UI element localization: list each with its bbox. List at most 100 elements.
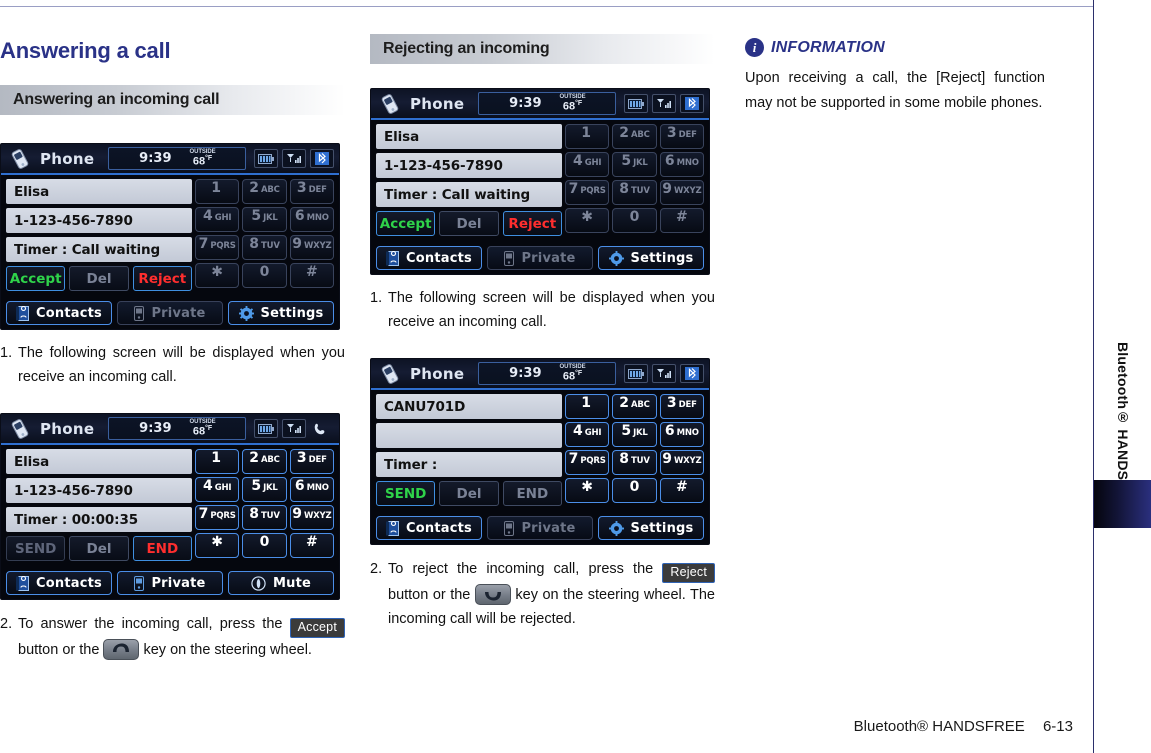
key-star[interactable]: ✱ [565,478,610,503]
key-5[interactable]: 5 JKL [242,477,287,502]
key-9[interactable]: 9 WXYZ [659,450,704,475]
key-4[interactable]: 4 GHI [195,477,240,502]
key-hash[interactable]: # [659,208,704,233]
key-7[interactable]: 7 PQRS [565,450,610,475]
reject-button[interactable]: Reject [132,266,192,291]
key-star[interactable]: ✱ [195,533,240,558]
screen-app-name: Phone [410,364,465,383]
key-3[interactable]: 3 DEF [289,449,334,474]
key-5[interactable]: 5 JKL [242,207,287,232]
step-text-part: To answer the incoming call, press the [18,616,290,632]
key-4[interactable]: 4 GHI [565,152,610,177]
settings-button[interactable]: Settings [598,246,704,270]
contacts-button[interactable]: Contacts [6,571,112,595]
mute-button[interactable]: Mute [228,571,334,595]
key-7[interactable]: 7 PQRS [565,180,610,205]
del-button[interactable]: Del [69,536,129,561]
step-number: 2. [0,616,13,632]
key-5[interactable]: 5 JKL [612,422,657,447]
section-header-label: Rejecting an incoming [383,40,550,57]
send-button[interactable]: SEND [6,536,66,561]
accept-button[interactable]: Accept [376,211,436,236]
key-8[interactable]: 8 TUV [612,180,657,205]
key-9[interactable]: 9 WXYZ [289,235,334,260]
key-7[interactable]: 7 PQRS [195,505,240,530]
key-6[interactable]: 6 MNO [659,422,704,447]
key-0[interactable]: 0 [242,263,287,288]
screen-body: Elisa 1-123-456-7890 Timer : 00:00:35 SE… [1,445,339,599]
settings-button[interactable]: Settings [228,301,334,325]
key-4[interactable]: 4 GHI [195,207,240,232]
key-hash[interactable]: # [289,533,334,558]
keypad: 1 2 ABC 3 DEF 4 GHI 5 JKL 6 MNO 7 PQRS 8 TUV 9W… [565,124,704,233]
key-2[interactable]: 2 ABC [612,394,657,419]
key-1[interactable]: 1 [195,179,240,204]
key-9[interactable]: 9 WXYZ [659,180,704,205]
step-text: To reject the incoming call, press the R… [388,557,715,631]
reject-button[interactable]: Reject [502,211,562,236]
del-button[interactable]: Del [439,481,499,506]
key-6[interactable]: 6 MNO [289,207,334,232]
bluetooth-icon [680,364,705,383]
key-6[interactable]: 6 MNO [289,477,334,502]
key-6[interactable]: 6 MNO [659,152,704,177]
key-3[interactable]: 3 DEF [659,124,704,149]
key-1[interactable]: 1 [565,124,610,149]
key-1[interactable]: 1 [565,394,610,419]
key-2[interactable]: 2 ABC [242,449,287,474]
key-8[interactable]: 8 TUV [242,235,287,260]
key-hash[interactable]: # [289,263,334,288]
screen-outside-temp: OUTSIDE 68°F [190,419,216,438]
end-button[interactable]: END [502,481,562,506]
accept-button[interactable]: Accept [6,266,66,291]
page-footer: Bluetooth® HANDSFREE 6-13 [854,718,1093,735]
key-1[interactable]: 1 [195,449,240,474]
phone-screen-incoming-call-2[interactable]: Phone 9:39 OUTSIDE 68°F Elisa 1-123-456-… [370,88,710,275]
screen-left-pane: Elisa 1-123-456-7890 Timer : Call waitin… [6,179,192,291]
key-3[interactable]: 3 DEF [289,179,334,204]
phone-screen-incoming-call[interactable]: Phone 9:39 OUTSIDE 68°F Elisa 1-123-456-… [0,143,340,330]
temp-unit: °F [205,425,213,433]
key-5[interactable]: 5 JKL [612,152,657,177]
reject-inline-badge[interactable]: Reject [662,563,715,583]
accept-inline-badge[interactable]: Accept [289,618,345,638]
contacts-button[interactable]: Contacts [376,516,482,540]
private-button[interactable]: Private [487,246,593,270]
contacts-button[interactable]: Contacts [6,301,112,325]
contacts-button[interactable]: Contacts [376,246,482,270]
key-7[interactable]: 7 PQRS [195,235,240,260]
settings-button[interactable]: Settings [598,516,704,540]
key-4[interactable]: 4 GHI [565,422,610,447]
key-9[interactable]: 9 WXYZ [289,505,334,530]
key-star[interactable]: ✱ [195,263,240,288]
screen-bottom-bar: Contacts Private Settings [376,516,704,540]
key-8[interactable]: 8 TUV [242,505,287,530]
key-star[interactable]: ✱ [565,208,610,233]
del-button[interactable]: Del [439,211,499,236]
screen-info-box: 9:39 OUTSIDE 68°F [478,362,617,385]
key-2[interactable]: 2 ABC [242,179,287,204]
end-button[interactable]: END [132,536,192,561]
key-0[interactable]: 0 [612,478,657,503]
private-button[interactable]: Private [487,516,593,540]
key-2[interactable]: 2 ABC [612,124,657,149]
step-text-part: key on the steering wheel. [139,642,312,658]
key-hash[interactable]: # [659,478,704,503]
del-button[interactable]: Del [69,266,129,291]
key-0[interactable]: 0 [242,533,287,558]
key-0[interactable]: 0 [612,208,657,233]
private-phone-icon [504,250,515,266]
screen-info-box: 9:39 OUTSIDE 68°F [478,92,617,115]
screen-status-bar: Phone 9:39 OUTSIDE 68°F [371,359,709,390]
sidebar-active-tab[interactable] [1094,480,1151,528]
private-button[interactable]: Private [117,301,223,325]
key-8[interactable]: 8 TUV [612,450,657,475]
phone-screen-active-call[interactable]: Phone 9:39 OUTSIDE 68°F Elisa 1-123-456-… [0,413,340,600]
private-button[interactable]: Private [117,571,223,595]
send-button[interactable]: SEND [376,481,436,506]
mute-icon [251,575,266,591]
screen-outside-temp: OUTSIDE 68°F [560,94,586,113]
contacts-book-icon [386,250,399,266]
key-3[interactable]: 3 DEF [659,394,704,419]
phone-screen-rejected-call[interactable]: Phone 9:39 OUTSIDE 68°F CANU701D Timer:… [370,358,710,545]
